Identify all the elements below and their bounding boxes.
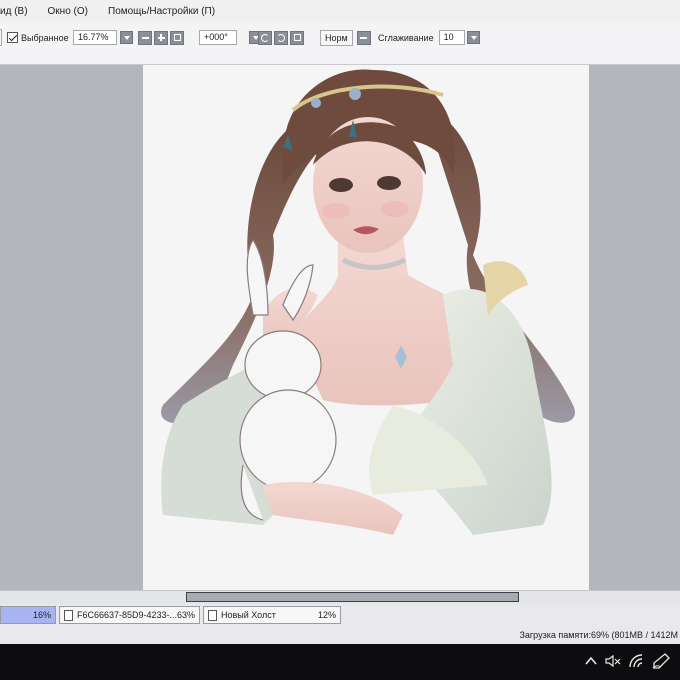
selected-toggle[interactable]: Выбранное (7, 29, 69, 46)
fit-icon (173, 34, 181, 41)
zoom-out-button[interactable] (138, 30, 152, 45)
smoothing-control: Сглаживание 10 (378, 29, 480, 46)
toolbar-left-edge (0, 29, 2, 46)
document-tab-percent: 12% (317, 610, 336, 620)
document-tab-percent: 63% (176, 610, 195, 620)
pen-icon[interactable] (652, 653, 670, 669)
rotation-control: +000° (199, 29, 262, 46)
horizontal-scrollbar-thumb[interactable] (186, 592, 519, 602)
horizontal-scrollbar[interactable] (0, 590, 680, 604)
smoothing-label: Сглаживание (378, 32, 434, 43)
wifi-icon[interactable] (628, 653, 644, 669)
canvas-workspace[interactable] (0, 65, 680, 590)
menu-view[interactable]: ид (В) (0, 6, 28, 17)
fit-button[interactable] (170, 30, 184, 45)
zoom-in-button[interactable] (154, 30, 168, 45)
rotate-reset-button[interactable] (290, 30, 304, 45)
rotation-field[interactable]: +000° (199, 30, 237, 45)
smoothing-field[interactable]: 10 (438, 30, 465, 45)
reset-icon (293, 34, 301, 41)
flip-button[interactable] (356, 30, 371, 45)
document-tab-active[interactable]: 16% (0, 606, 56, 624)
rotate-left-icon (261, 33, 269, 42)
zoom-control: 16.77% (73, 29, 133, 46)
zoom-field[interactable]: 16.77% (73, 30, 117, 45)
menu-window[interactable]: Окно (О) (48, 6, 88, 17)
document-tab-name: F6C66637-85D9-4233-... (77, 610, 177, 620)
memory-usage: Загрузка памяти:69% (801MB / 1412M (519, 630, 678, 640)
zoom-buttons (138, 29, 186, 46)
crown-gem-left (311, 98, 321, 108)
rotate-left-button[interactable] (258, 30, 272, 45)
norm-button[interactable]: Норм (320, 29, 353, 46)
rotate-right-button[interactable] (274, 30, 288, 45)
flip-icon (360, 36, 368, 39)
status-bar: Загрузка памяти:69% (801MB / 1412M (0, 626, 680, 644)
document-tab-percent: 16% (32, 610, 51, 620)
zoom-dropdown-button[interactable] (120, 31, 133, 44)
crown-gem-center (349, 88, 361, 100)
canvas-artwork (161, 69, 575, 535)
document-tabs: 16% F6C66637-85D9-4233-... 63% Новый Хол… (0, 604, 680, 626)
left-eye (329, 178, 353, 192)
right-blush (381, 201, 409, 217)
norm-control: Норм (320, 29, 373, 46)
speaker-muted-icon[interactable] (604, 653, 622, 669)
left-blush (322, 203, 350, 219)
minus-icon (141, 36, 149, 39)
rotation-buttons (258, 29, 306, 46)
document-icon (64, 609, 73, 621)
toolbar: Выбранное 16.77% +000° Норм Сглаживание … (0, 23, 680, 65)
plus-icon (157, 34, 165, 41)
menu-bar: ид (В) Окно (О) Помощь/Настройки (П) (0, 0, 680, 23)
document-tab-name: Новый Холст (221, 610, 276, 620)
right-eye (377, 176, 401, 190)
selected-checkbox[interactable] (7, 32, 18, 43)
rotate-right-icon (277, 33, 285, 42)
menu-help-settings[interactable]: Помощь/Настройки (П) (108, 6, 215, 17)
document-tab[interactable]: Новый Холст 12% (203, 606, 341, 624)
canvas-paper[interactable] (143, 65, 589, 590)
document-tab[interactable]: F6C66637-85D9-4233-... 63% (59, 606, 200, 624)
document-icon (208, 609, 217, 621)
taskbar (0, 644, 680, 680)
chevron-up-icon[interactable] (584, 653, 598, 669)
selected-label: Выбранное (21, 32, 69, 43)
smoothing-dropdown-button[interactable] (466, 31, 480, 44)
